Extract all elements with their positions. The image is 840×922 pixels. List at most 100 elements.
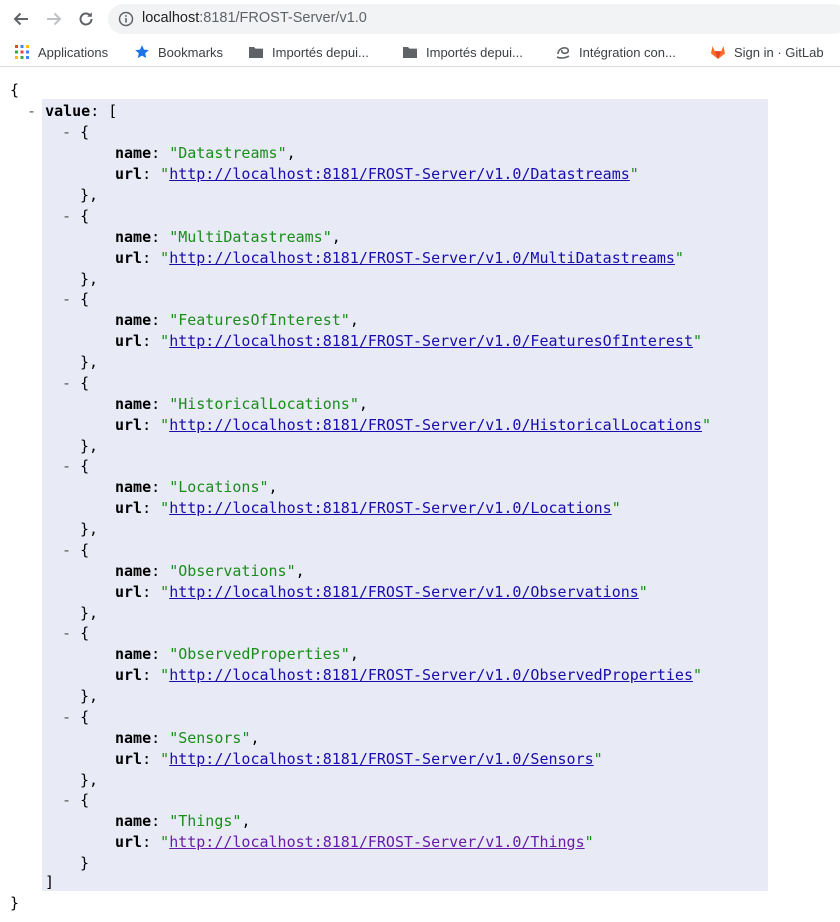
entry-url-link[interactable]: http://localhost:8181/FROST-Server/v1.0/… xyxy=(169,332,693,350)
collapse-toggle[interactable]: - xyxy=(62,791,71,809)
entry-open: - { xyxy=(62,623,89,643)
back-button[interactable] xyxy=(8,6,34,32)
entry-open-brace: { xyxy=(80,374,90,392)
entry-close-brace: } xyxy=(80,854,90,872)
bookmark-integration[interactable]: Intégration con... xyxy=(555,42,676,62)
entry-name-line: name: "MultiDatastreams", xyxy=(115,228,341,246)
bookmark-label: Bookmarks xyxy=(158,44,224,60)
entry-url-link[interactable]: http://localhost:8181/FROST-Server/v1.0/… xyxy=(169,666,693,684)
url-value: "http://localhost:8181/FROST-Server/v1.0… xyxy=(160,583,648,601)
entry-open: - { xyxy=(62,373,89,393)
entry-url-link[interactable]: http://localhost:8181/FROST-Server/v1.0/… xyxy=(169,165,630,183)
entry-open: - { xyxy=(62,707,89,727)
name-key: name xyxy=(115,562,152,580)
entry-close-brace: } xyxy=(80,604,90,622)
entry-close: }, xyxy=(80,771,99,789)
name-value: "Datastreams" xyxy=(169,144,287,162)
info-icon xyxy=(118,11,134,27)
entry-url-link[interactable]: http://localhost:8181/FROST-Server/v1.0/… xyxy=(169,249,675,267)
bookmark-folder-1[interactable]: Importés depui... xyxy=(248,42,369,62)
entry-url-line: url: "http://localhost:8181/FROST-Server… xyxy=(115,416,712,434)
bookmark-label: Sign in · GitLab xyxy=(734,44,824,60)
bookmark-gitlab[interactable]: Sign in · GitLab xyxy=(710,42,824,62)
folder-icon xyxy=(249,47,263,58)
entry-close: }, xyxy=(80,687,99,705)
entry-url-line: url: "http://localhost:8181/FROST-Server… xyxy=(115,833,594,851)
entry-open-brace: { xyxy=(80,541,90,559)
collapse-toggle[interactable]: - xyxy=(62,624,71,642)
entry-url-link[interactable]: http://localhost:8181/FROST-Server/v1.0/… xyxy=(169,416,702,434)
entry-name-line: name: "Things", xyxy=(115,812,251,830)
address-url: localhost:8181/FROST-Server/v1.0 xyxy=(142,10,367,26)
collapse-toggle[interactable]: - xyxy=(62,290,71,308)
entry-close-brace: } xyxy=(80,687,90,705)
browser-toolbar: localhost:8181/FROST-Server/v1.0 xyxy=(0,0,840,38)
name-value: "MultiDatastreams" xyxy=(169,228,332,246)
collapse-toggle[interactable]: - xyxy=(62,708,71,726)
url-key: url xyxy=(115,666,143,684)
url-key: url xyxy=(115,249,143,267)
entry-url-line: url: "http://localhost:8181/FROST-Server… xyxy=(115,666,703,684)
entry-name: FeaturesOfInterest xyxy=(178,311,341,329)
bookmark-label: Intégration con... xyxy=(579,44,676,60)
url-key: url xyxy=(115,416,143,434)
entry-open: - { xyxy=(62,456,89,476)
bookmark-folder-2[interactable]: Importés depui... xyxy=(402,42,523,62)
entry-url-link[interactable]: http://localhost:8181/FROST-Server/v1.0/… xyxy=(169,583,639,601)
entry-close: }, xyxy=(80,520,99,538)
entry-name: ObservedProperties xyxy=(178,645,341,663)
name-value: "Locations" xyxy=(169,478,269,496)
entry-close: }, xyxy=(80,270,99,288)
entry-close-brace: } xyxy=(80,437,90,455)
url-path: :8181/FROST-Server/v1.0 xyxy=(199,10,367,26)
name-key: name xyxy=(115,645,152,663)
bookmark-applications[interactable]: Applications xyxy=(14,42,108,62)
entry-url-line: url: "http://localhost:8181/FROST-Server… xyxy=(115,249,684,267)
url-value: "http://localhost:8181/FROST-Server/v1.0… xyxy=(160,332,703,350)
folder-icon xyxy=(403,47,417,58)
name-key: name xyxy=(115,729,152,747)
address-bar[interactable]: localhost:8181/FROST-Server/v1.0 xyxy=(108,4,840,34)
url-value: "http://localhost:8181/FROST-Server/v1.0… xyxy=(160,750,603,768)
bookmarks-bar: Applications Bookmarks Importés depui...… xyxy=(0,38,840,67)
entry-close: }, xyxy=(80,353,99,371)
entry-open-brace: { xyxy=(80,708,90,726)
url-key: url xyxy=(115,750,143,768)
entry-name: Sensors xyxy=(178,729,242,747)
entry-url-line: url: "http://localhost:8181/FROST-Server… xyxy=(115,165,639,183)
entry-open-brace: { xyxy=(80,290,90,308)
collapse-toggle[interactable]: - xyxy=(62,207,71,225)
reload-icon xyxy=(79,12,93,26)
name-key: name xyxy=(115,311,152,329)
bookmark-label: Applications xyxy=(38,44,109,60)
entry-name-line: name: "Locations", xyxy=(115,478,278,496)
url-value: "http://localhost:8181/FROST-Server/v1.0… xyxy=(160,416,712,434)
entry-name: Datastreams xyxy=(178,144,278,162)
root-key: value xyxy=(45,102,91,120)
entry-close-brace: } xyxy=(80,270,90,288)
entry-open-brace: { xyxy=(80,791,90,809)
entry-url-link[interactable]: http://localhost:8181/FROST-Server/v1.0/… xyxy=(169,750,593,768)
collapse-toggle[interactable]: - xyxy=(62,457,71,475)
url-key: url xyxy=(115,583,143,601)
collapse-toggle[interactable]: - xyxy=(62,541,71,559)
collapse-toggle[interactable]: - xyxy=(62,123,71,141)
entry-url-line: url: "http://localhost:8181/FROST-Server… xyxy=(115,332,703,350)
bookmark-bookmarks[interactable]: Bookmarks xyxy=(134,42,223,62)
json-open-brace: { xyxy=(10,81,20,99)
apps-grid-icon xyxy=(15,45,29,59)
open-bracket: [ xyxy=(108,102,118,120)
entry-url-link[interactable]: http://localhost:8181/FROST-Server/v1.0/… xyxy=(169,833,584,851)
reload-button[interactable] xyxy=(73,6,99,32)
entry-close: }, xyxy=(80,437,99,455)
url-host: localhost xyxy=(142,10,200,26)
entry-url-link[interactable]: http://localhost:8181/FROST-Server/v1.0/… xyxy=(169,499,612,517)
collapse-toggle[interactable]: - xyxy=(62,374,71,392)
entry-name: Locations xyxy=(178,478,260,496)
collapse-toggle[interactable]: - xyxy=(27,102,36,120)
entry-name: Things xyxy=(178,812,233,830)
entry-open-brace: { xyxy=(80,123,90,141)
star-icon xyxy=(135,45,149,58)
json-viewer: { - value: [ - {name: "Datastreams", url:… xyxy=(0,66,840,922)
forward-button[interactable] xyxy=(41,6,67,32)
